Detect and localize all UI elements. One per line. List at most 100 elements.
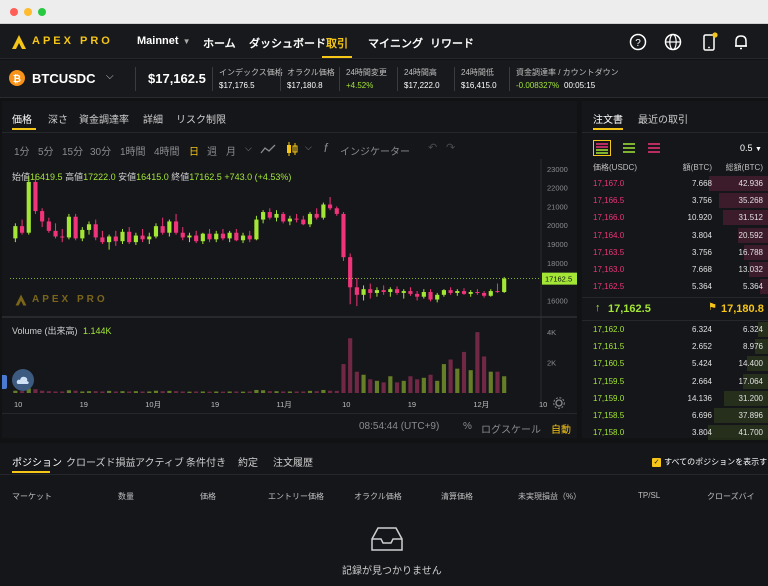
empty-state-text: 記録が見つかりません: [342, 566, 442, 577]
volume-bar: [160, 391, 165, 393]
position-tab[interactable]: ポジション: [12, 454, 62, 469]
globe-icon[interactable]: [663, 32, 683, 52]
volume-legend: Volume (出来高) 1.144K: [12, 324, 112, 337]
ask-row[interactable]: 17,163.0 7.668 13.032: [582, 261, 768, 278]
last-price: $17,162.5: [148, 71, 206, 86]
position-tab[interactable]: クローズド損益: [66, 454, 136, 469]
candle: [287, 215, 292, 226]
ask-row[interactable]: 17,166.5 3.756 35.268: [582, 192, 768, 209]
ask-row[interactable]: 17,163.5 3.756 16.788: [582, 244, 768, 261]
ask-row[interactable]: 17,164.0 3.804 20.592: [582, 227, 768, 244]
price-chart[interactable]: 2300022000210002000019000180001700016000…: [2, 101, 577, 438]
help-icon[interactable]: ?: [628, 32, 648, 52]
nav-item-rewards[interactable]: リワード: [430, 35, 474, 51]
bid-row[interactable]: 17,162.0 6.324 6.324: [582, 321, 768, 338]
svg-text:?: ?: [635, 38, 641, 49]
x-tick-label: 12月: [473, 400, 489, 409]
price-tick-label: 22000: [547, 184, 568, 193]
side-panel-handle[interactable]: [2, 375, 7, 389]
bid-row[interactable]: 17,158.0 3.804 41.700: [582, 424, 768, 441]
order-size: 10.920: [687, 213, 712, 223]
notification-bell-icon[interactable]: [731, 32, 751, 52]
logo-mark-icon: [12, 35, 26, 49]
volume-bar: [173, 391, 179, 393]
position-tab[interactable]: 注文履歴: [273, 454, 313, 469]
candle: [448, 287, 453, 295]
view-bids-icon[interactable]: [621, 140, 637, 156]
stat-label: インデックス価格: [219, 68, 283, 77]
market-symbol: BTCUSDC: [32, 71, 96, 86]
candle: [73, 213, 78, 241]
volume-bar: [214, 391, 219, 393]
volume-bar: [368, 379, 373, 393]
ask-row[interactable]: 17,167.0 7.668 42.936: [582, 175, 768, 192]
x-tick-label: 19: [211, 400, 219, 409]
checkbox-checked-icon: ✓: [652, 457, 661, 467]
maximize-window-button[interactable]: [38, 8, 46, 16]
column-header: マーケット: [12, 492, 52, 501]
volume-tick-label: 2K: [547, 359, 556, 368]
positions-panel: ポジション クローズド損益 アクティブ 条件付き 約定 注文履歴 ✓ すべてのポジションを…: [0, 443, 768, 586]
volume-bar: [455, 368, 460, 393]
tab-orderbook[interactable]: 注文書: [593, 111, 623, 126]
view-both-sides-icon[interactable]: [593, 140, 611, 156]
order-size: 3.804: [691, 428, 712, 438]
x-tick-label: 11月: [277, 400, 292, 409]
nav-item-mining[interactable]: マイニング: [368, 35, 423, 51]
logo-mark-icon: [15, 294, 27, 306]
volume-bar: [13, 390, 18, 393]
ask-row[interactable]: 17,166.0 10.920 31.512: [582, 209, 768, 226]
order-total: 6.324: [742, 325, 763, 334]
position-tab[interactable]: アクティブ: [135, 454, 184, 469]
volume-bar: [287, 391, 292, 393]
settings-icon[interactable]: [553, 397, 565, 409]
nav-item-home[interactable]: ホーム: [203, 35, 236, 51]
order-price: 17,162.0: [593, 325, 625, 334]
close-window-button[interactable]: [10, 8, 18, 16]
nav-item-trade[interactable]: 取引: [326, 35, 348, 51]
order-price: 17,164.0: [593, 230, 625, 240]
volume-bar: [133, 391, 138, 393]
candle: [86, 221, 92, 235]
volume-bar: [167, 390, 172, 393]
log-scale-toggle[interactable]: ログスケール: [481, 421, 541, 436]
top-navigation: APEX PRO Mainnet ▼ ホーム ダッシュボード 取引 マイニング リ…: [0, 24, 768, 59]
show-all-positions-toggle[interactable]: ✓ すべてのポジションを表示する: [652, 456, 768, 468]
tab-recent-trades[interactable]: 最近の取引: [638, 111, 688, 126]
x-tick-label: 19: [80, 400, 88, 409]
ask-row[interactable]: 17,162.5 5.364 5.364: [582, 278, 768, 295]
candle: [60, 228, 65, 243]
order-total: 31.200: [738, 393, 763, 403]
percent-scale-toggle[interactable]: %: [463, 421, 472, 432]
market-selector[interactable]: ₿ BTCUSDC ⌵: [8, 68, 120, 90]
view-asks-icon[interactable]: [646, 140, 662, 156]
stat-value: +4.52%: [346, 81, 374, 90]
bid-row[interactable]: 17,158.5 6.696 37.896: [582, 407, 768, 424]
auto-scale-toggle[interactable]: 自動: [551, 421, 571, 436]
bid-row[interactable]: 17,159.5 2.664 17.064: [582, 373, 768, 390]
position-tab[interactable]: 約定: [238, 454, 258, 469]
bid-row[interactable]: 17,160.5 5.424 14.400: [582, 355, 768, 372]
order-price: 17,162.5: [593, 282, 625, 292]
candle: [368, 283, 373, 299]
volume-bar: [86, 391, 92, 393]
apex-logo[interactable]: APEX PRO: [10, 32, 110, 52]
candle: [314, 208, 319, 220]
candle: [441, 289, 446, 297]
bid-row[interactable]: 17,161.5 2.652 8.976: [582, 338, 768, 355]
current-price-label: 17162.5: [545, 275, 572, 284]
position-tab[interactable]: 条件付き: [186, 454, 226, 469]
bid-row[interactable]: 17,159.0 14.136 31.200: [582, 390, 768, 407]
candle: [113, 230, 118, 246]
volume-bar: [46, 391, 51, 393]
volume-bar: [247, 391, 252, 393]
candle: [247, 230, 252, 243]
network-selector[interactable]: Mainnet ▼: [137, 35, 190, 47]
candle: [348, 253, 353, 305]
volume-bar: [100, 391, 105, 393]
minimize-window-button[interactable]: [24, 8, 32, 16]
precision-selector[interactable]: 0.5 ▼: [740, 143, 762, 153]
nav-item-dashboard[interactable]: ダッシュボード: [249, 35, 326, 51]
mobile-app-icon[interactable]: [699, 32, 719, 52]
drawing-tool-button[interactable]: [12, 369, 34, 391]
